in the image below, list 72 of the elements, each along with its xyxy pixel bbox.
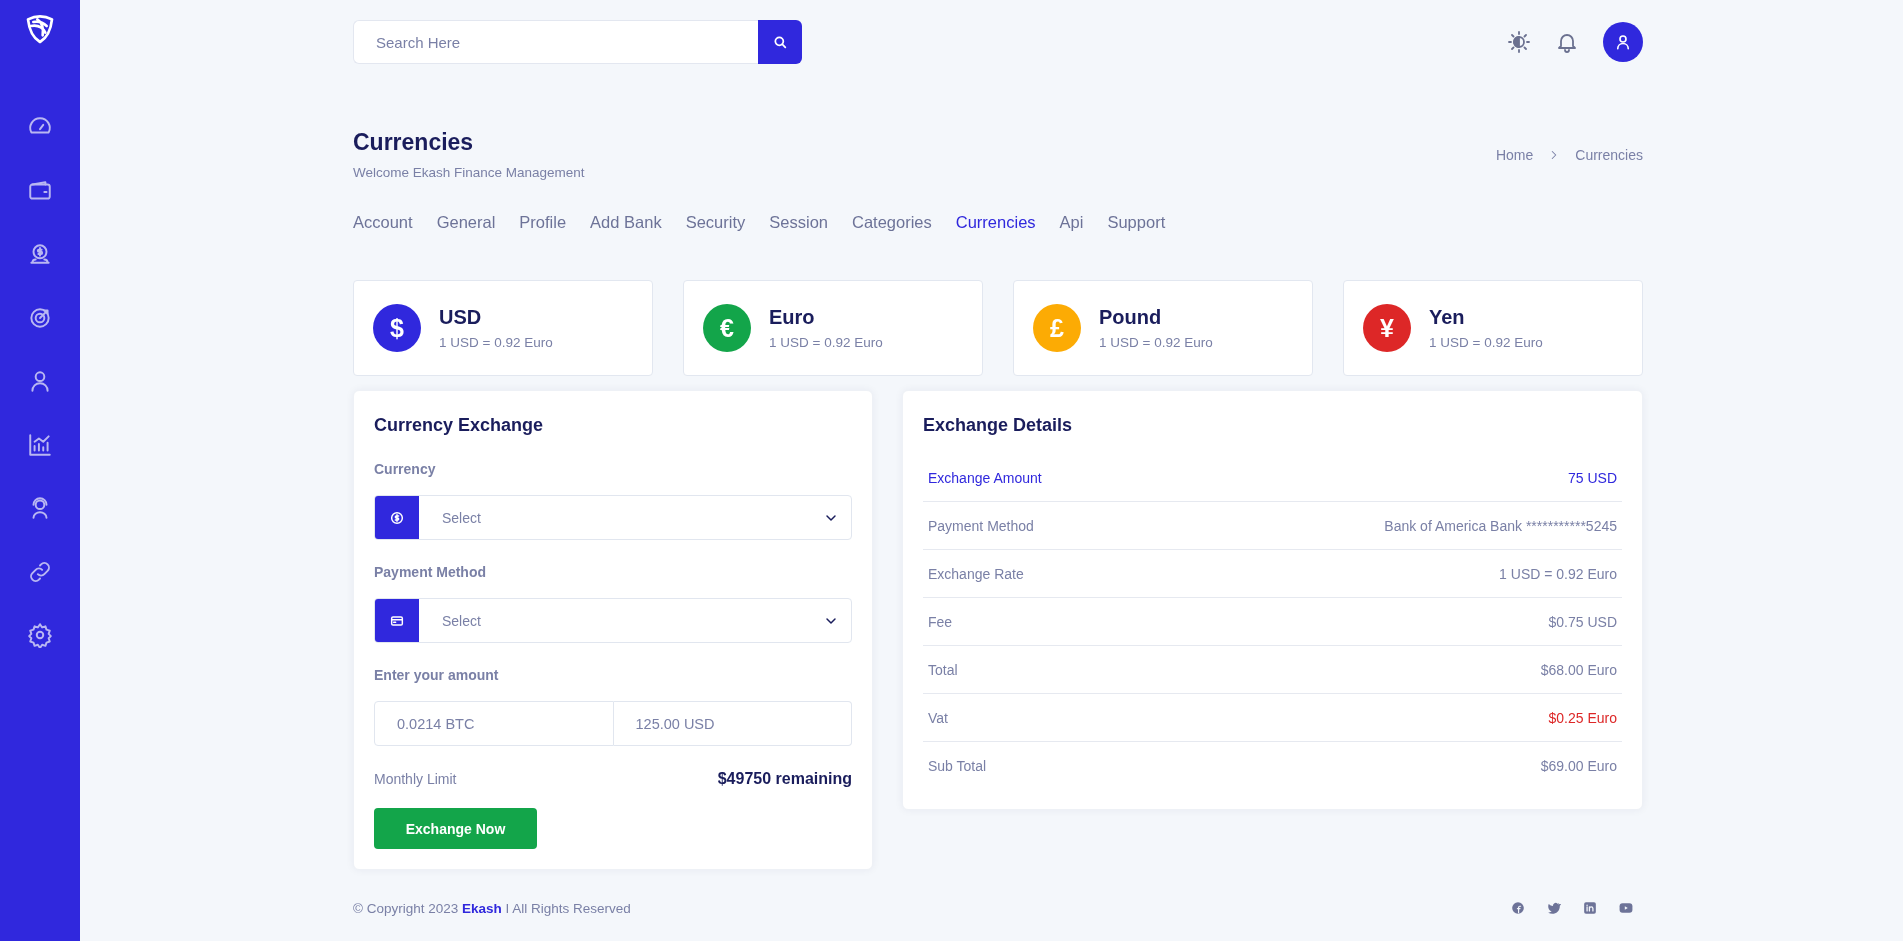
linkedin-icon[interactable]	[1583, 901, 1597, 915]
settings-tab[interactable]: Currencies	[955, 213, 1036, 232]
settings-tab[interactable]: Session	[769, 213, 828, 232]
twitter-icon[interactable]	[1547, 901, 1561, 915]
limit-value: $49750 remaining	[717, 770, 852, 788]
currency-name: Pound	[1099, 306, 1163, 329]
currency-symbol: £	[1033, 304, 1081, 352]
breadcrumb-link[interactable]: Home	[1495, 146, 1534, 163]
detail-value: $0.25 Euro	[1548, 709, 1617, 726]
settings-tab[interactable]: Add Bank	[590, 213, 662, 232]
sidebar-item[interactable]	[27, 622, 53, 648]
detail-label: Exchange Amount	[928, 469, 1042, 486]
settings-tab[interactable]: Support	[1107, 213, 1166, 232]
field-label: Payment Method	[374, 564, 487, 580]
detail-label: Sub Total	[928, 757, 987, 774]
user-avatar[interactable]	[1603, 22, 1643, 62]
search-field[interactable]: Search Here	[353, 20, 758, 64]
youtube-icon[interactable]	[1619, 901, 1633, 915]
settings-tab[interactable]: Account	[353, 213, 413, 232]
select-field[interactable]: Select	[374, 598, 852, 643]
exchange-now-button[interactable]: Exchange Now	[374, 808, 537, 849]
settings-tab[interactable]: Security	[685, 213, 746, 232]
search-icon	[772, 34, 788, 50]
detail-label: Vat	[928, 709, 948, 726]
detail-label: Fee	[928, 613, 953, 630]
page-title: Currencies	[353, 129, 475, 156]
limit-label: Monthly Limit	[374, 771, 457, 787]
field-label: Enter your amount	[374, 667, 500, 683]
settings-tab[interactable]: Profile	[519, 213, 567, 232]
currency-symbol: $	[373, 304, 421, 352]
currency-name: USD	[439, 306, 483, 329]
detail-label: Payment Method	[928, 517, 1034, 534]
field-label: Currency	[374, 461, 437, 477]
detail-value: 75 USD	[1567, 469, 1617, 486]
analytics-icon	[27, 431, 53, 458]
detail-value: 1 USD = 0.92 Euro	[1499, 565, 1617, 582]
exchange-rate: 1 USD = 0.92 Euro	[1429, 335, 1543, 350]
exchange-rate: 1 USD = 0.92 Euro	[769, 335, 883, 350]
sidebar-item[interactable]	[27, 431, 53, 458]
exchange-rate: 1 USD = 0.92 Euro	[1099, 335, 1213, 350]
brand-link[interactable]: Ekash	[462, 900, 502, 916]
detail-value: Bank of America Bank ***********5245	[1384, 517, 1617, 534]
currency-name: Yen	[1429, 306, 1466, 329]
coin-stand-icon	[27, 241, 53, 267]
facebook-icon[interactable]	[1511, 901, 1525, 915]
settings-tab[interactable]: Categories	[852, 213, 932, 232]
currency-symbol: ¥	[1363, 304, 1411, 352]
settings-tab[interactable]: Api	[1059, 213, 1084, 232]
amount-field[interactable]: 125.00 USD	[613, 701, 852, 746]
currency-name: Euro	[769, 306, 816, 329]
page-subtitle: Welcome Ekash Finance Management	[353, 165, 585, 180]
dollar-coin-icon	[389, 509, 405, 526]
currency-symbol: €	[703, 304, 751, 352]
card-title: Currency Exchange	[374, 415, 545, 436]
detail-label: Exchange Rate	[928, 565, 1024, 582]
exchange-rate: 1 USD = 0.92 Euro	[439, 335, 553, 350]
select-field[interactable]: Select	[374, 495, 852, 540]
detail-label: Total	[928, 661, 958, 678]
card-title: Exchange Details	[923, 415, 1074, 436]
settings-tab[interactable]: General	[436, 213, 496, 232]
theme-toggle-icon[interactable]	[1507, 30, 1531, 54]
detail-value: $69.00 Euro	[1540, 757, 1617, 774]
shield-logo-icon	[24, 14, 56, 46]
amount-field[interactable]: 0.0214 BTC	[374, 701, 614, 746]
search-button[interactable]	[758, 20, 802, 64]
breadcrumb-current: Currencies	[1575, 146, 1643, 163]
user-icon	[1614, 33, 1632, 51]
detail-value: $0.75 USD	[1548, 613, 1617, 630]
sidebar-item[interactable]	[27, 241, 53, 267]
settings-icon	[27, 622, 53, 648]
detail-value: $68.00 Euro	[1540, 661, 1617, 678]
copyright-text: © Copyright 2023 Ekash I All Rights Reserved	[353, 900, 631, 916]
